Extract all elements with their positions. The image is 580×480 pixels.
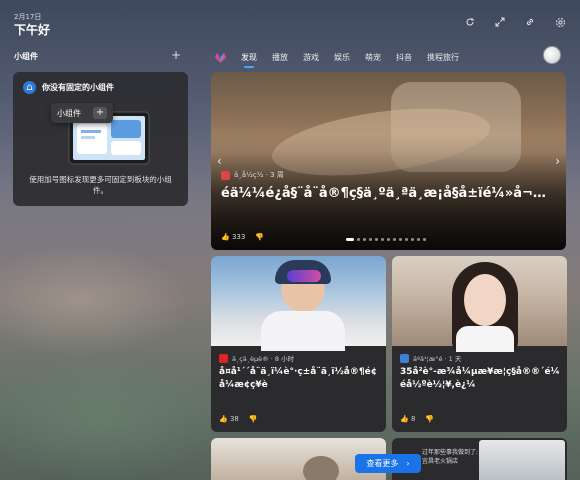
widgets-section-title: 小组件 (14, 52, 38, 61)
source-logo-icon (221, 170, 230, 180)
carousel-dot[interactable] (411, 238, 414, 241)
msn-logo-icon[interactable] (214, 51, 227, 64)
article-image (479, 440, 565, 480)
expand-icon[interactable] (494, 16, 506, 28)
tab-ctrip[interactable]: 携程旅行 (427, 52, 459, 63)
carousel-dot[interactable] (346, 238, 354, 241)
goggles (287, 270, 321, 282)
carousel-dot[interactable] (375, 238, 378, 241)
tab-entertainment[interactable]: 娱乐 (334, 52, 350, 63)
like-button[interactable]: 👍 333 (221, 233, 245, 241)
chevron-right-icon[interactable]: › (555, 154, 560, 168)
avatar[interactable] (543, 46, 561, 64)
article-image (392, 256, 567, 352)
see-more-button[interactable]: 查看更多 › (355, 454, 421, 473)
carousel-dot[interactable] (357, 238, 360, 241)
carousel-dot[interactable] (399, 238, 402, 241)
shirt (456, 326, 514, 352)
tooltip-label: 小组件 (57, 108, 81, 118)
carousel-dot[interactable] (417, 238, 420, 241)
hero-meta: 👍 333 👎 (221, 233, 264, 241)
widget-card-header: 你没有固定的小组件 (23, 81, 114, 94)
article-title[interactable]: 35å²è°-æ¾å¼µæ¥æ¦ç§å®®´é¼éå½ºè½¦¥,è¿¼ (400, 366, 560, 392)
chevron-right-icon: › (406, 459, 410, 468)
like-button[interactable]: 👍 38 (219, 415, 239, 423)
widget-tooltip: 小组件 + (51, 103, 113, 123)
carousel-dot[interactable] (363, 238, 366, 241)
hero-source-text: ä¸­å½ç½ · 3 周 (234, 171, 284, 179)
chevron-left-icon[interactable]: ‹ (217, 154, 222, 168)
article-card[interactable]: ä¸çä¸èµè® · 8 小时 å¤å¹´´å¨ä¸ï¼è°·ç±å¨ä¸ï½… (211, 256, 386, 432)
greeting-title: 下午好 (14, 23, 51, 37)
carousel-dot[interactable] (387, 238, 390, 241)
like-button[interactable]: 👍 8 (400, 415, 415, 423)
carousel-dot[interactable] (393, 238, 396, 241)
link-icon[interactable] (524, 16, 536, 28)
header-actions (464, 16, 566, 28)
widget-card-description: 使用加号图标发现更多可固定到板块的小组件。 (29, 175, 172, 195)
add-widget-button[interactable]: + (171, 48, 181, 62)
hero-gradient (211, 72, 566, 250)
tab-pets[interactable]: 萌宠 (365, 52, 381, 63)
notification-icon (23, 81, 36, 94)
carousel-dot[interactable] (369, 238, 372, 241)
widget-card-title: 你没有固定的小组件 (42, 83, 114, 92)
widget-empty-card: 你没有固定的小组件 小组件 + 使用加号图标发现更多可固定到板块的小组件。 (13, 72, 188, 206)
article-source: ä¸çä¸èµè® · 8 小时 (219, 353, 294, 363)
dislike-icon[interactable]: 👎 (425, 415, 434, 423)
article-meta: 👍 8 👎 (400, 415, 434, 423)
article-card[interactable]: äºä¹¦æ°é · 1 天 35å²è°-æ¾å¼µæ¥æ¦ç§å®®´é¼é… (392, 256, 567, 432)
see-more-label: 查看更多 (366, 459, 399, 468)
settings-icon[interactable] (554, 16, 566, 28)
refresh-icon[interactable] (464, 16, 476, 28)
like-count: 8 (410, 415, 416, 423)
article-title[interactable]: å¤å¹´´å¨ä¸ï¼è°·ç±å¨ä¸ï½å®¶é¢å¼æ¢ç¥è (219, 366, 379, 392)
source-logo-icon (400, 353, 409, 363)
dislike-icon[interactable]: 👎 (249, 415, 258, 423)
article-meta: 👍 38 👎 (219, 415, 258, 423)
hero-title[interactable]: é­ä¼¼é¿å§¨å¨å®¶ç§ä¸ºä¸ªä¸æ¡å§å±ïé¼»å¬… (221, 184, 556, 203)
carousel-dot[interactable] (381, 238, 384, 241)
carousel-dot[interactable] (405, 238, 408, 241)
tab-discover[interactable]: 发现 (241, 52, 257, 68)
dislike-icon[interactable]: 👎 (255, 233, 264, 241)
carousel-dot[interactable] (423, 238, 426, 241)
carousel-dots[interactable] (346, 238, 426, 241)
article-image (211, 256, 386, 351)
article-source-text: ä¸çä¸èµè® · 8 小时 (232, 355, 295, 363)
tab-douyin[interactable]: 抖音 (396, 52, 412, 63)
tab-play[interactable]: 播放 (272, 52, 288, 63)
like-count: 333 (231, 233, 246, 241)
source-logo-icon (219, 353, 228, 363)
hero-source: ä¸­å½ç½ · 3 周 (221, 170, 284, 180)
jacket (261, 311, 345, 351)
like-count: 38 (229, 415, 239, 423)
article-source: äºä¹¦æ°é · 1 天 (400, 353, 461, 363)
tab-games[interactable]: 游戏 (303, 52, 319, 63)
tooltip-add-button[interactable]: + (93, 107, 107, 119)
article-source-text: äºä¹¦æ°é · 1 天 (413, 355, 462, 363)
article-image (303, 456, 339, 480)
person-face (464, 274, 506, 326)
feed-nav: 发现 播放 游戏 娱乐 萌宠 抖音 携程旅行 (214, 48, 474, 68)
hero-article-card[interactable]: ‹ › ä¸­å½ç½ · 3 周 é­ä¼¼é¿å§¨å¨å®¶ç§ä¸ºä¸… (211, 72, 566, 250)
